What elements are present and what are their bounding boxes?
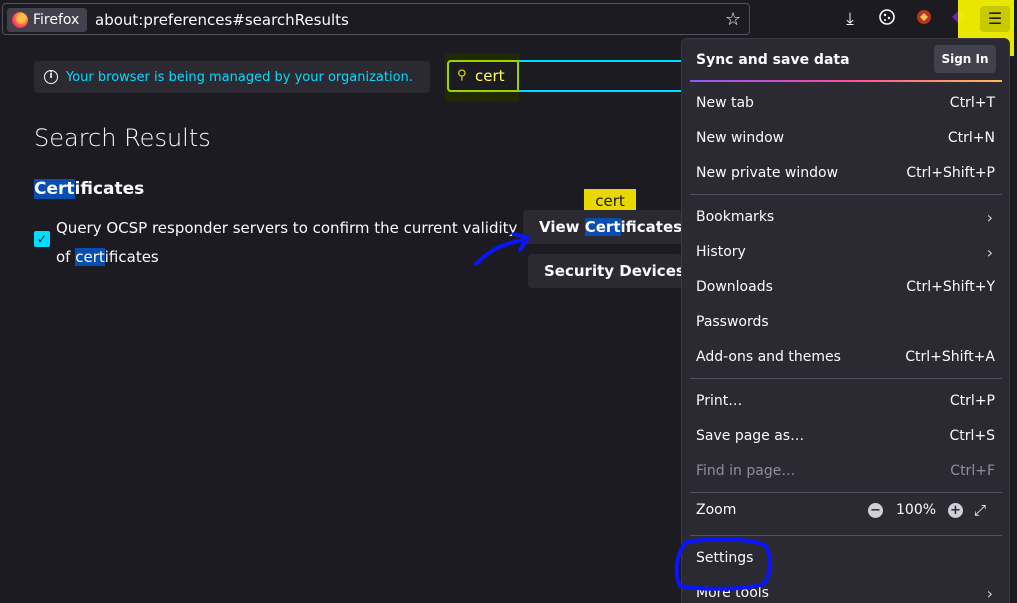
header-divider	[690, 80, 1002, 82]
ocsp-label[interactable]: Query OCSP responder servers to confirm …	[56, 214, 526, 272]
ocsp-checkbox[interactable]: ✓	[34, 231, 50, 247]
menu-item-downloads[interactable]: Downloads Ctrl+Shift+Y	[682, 270, 1009, 305]
chevron-right-icon: ›	[986, 584, 993, 603]
annotation-arrow	[474, 232, 530, 266]
menu-item-print[interactable]: Print… Ctrl+P	[682, 384, 1009, 419]
menu-item-shortcut: Ctrl+N	[947, 130, 995, 146]
zoom-value[interactable]: 100%	[896, 493, 936, 528]
annotation-circle	[674, 537, 772, 591]
zoom-in-button[interactable]: +	[948, 503, 963, 518]
security-devices-button[interactable]: Security Devices…	[528, 254, 683, 288]
menu-item-label: New private window	[696, 165, 839, 181]
menu-item-label: New window	[696, 130, 785, 146]
zoom-out-button[interactable]: −	[868, 503, 883, 518]
page-title: Search Results	[34, 124, 211, 152]
menu-item-history[interactable]: History ›	[682, 235, 1009, 270]
menu-item-shortcut: Ctrl+Shift+Y	[906, 279, 995, 295]
managed-notice-text[interactable]: Your browser is being managed by your or…	[66, 70, 413, 85]
identity-box[interactable]: Firefox	[7, 8, 87, 32]
hamburger-menu-icon[interactable]: ☰	[980, 6, 1010, 32]
menu-item-label: History	[696, 244, 746, 260]
app-menu: Sync and save data Sign In New tab Ctrl+…	[681, 38, 1010, 603]
settings-search-input[interactable]: ⚲ cert	[447, 60, 687, 92]
url-text[interactable]: about:preferences#searchResults	[95, 11, 349, 29]
section-title-rest: ificates	[74, 179, 145, 199]
menu-item-label: New tab	[696, 95, 754, 111]
button-label-pre: View	[539, 218, 585, 236]
menu-item-label: Find in page…	[696, 463, 796, 479]
section-title: Certificates	[34, 179, 144, 199]
search-input-value: cert	[475, 67, 505, 85]
firefox-logo-icon	[12, 12, 28, 28]
menu-item-new-tab[interactable]: New tab Ctrl+T	[682, 86, 1009, 121]
sign-in-button[interactable]: Sign In	[934, 45, 996, 73]
menu-item-new-window[interactable]: New window Ctrl+N	[682, 121, 1009, 156]
search-highlight: cert	[75, 248, 105, 266]
cookie-icon[interactable]	[876, 8, 898, 30]
search-highlight: Cert	[34, 179, 75, 199]
search-highlight: Cert	[584, 218, 621, 236]
menu-item-shortcut: Ctrl+T	[949, 95, 995, 111]
menu-item-label: Downloads	[696, 279, 773, 295]
menu-item-passwords[interactable]: Passwords	[682, 305, 1009, 340]
chevron-right-icon: ›	[986, 243, 993, 262]
identity-label: Firefox	[33, 12, 80, 28]
menu-item-addons[interactable]: Add-ons and themes Ctrl+Shift+A	[682, 340, 1009, 375]
menu-item-find-in-page: Find in page… Ctrl+F	[682, 454, 1009, 489]
menu-item-label: Add-ons and themes	[696, 349, 841, 365]
menu-item-label: Save page as…	[696, 428, 805, 444]
button-label: Security Devices…	[544, 262, 683, 280]
menu-item-new-private-window[interactable]: New private window Ctrl+Shift+P	[682, 156, 1009, 191]
menu-separator	[690, 378, 1002, 379]
fullscreen-icon[interactable]: ⤢	[974, 493, 986, 528]
menu-header: Sync and save data Sign In	[682, 39, 1009, 81]
download-icon[interactable]: ⤓	[839, 8, 861, 30]
menu-item-shortcut: Ctrl+F	[950, 463, 995, 479]
menu-item-label: Bookmarks	[696, 209, 775, 225]
menu-item-save-page[interactable]: Save page as… Ctrl+S	[682, 419, 1009, 454]
menu-item-shortcut: Ctrl+Shift+P	[906, 165, 995, 181]
extension-icon[interactable]	[913, 8, 935, 30]
menu-item-label: Print…	[696, 393, 743, 409]
menu-item-zoom: Zoom − 100% + ⤢	[682, 493, 1009, 528]
menu-item-shortcut: Ctrl+P	[949, 393, 995, 409]
chevron-right-icon: ›	[986, 208, 993, 227]
menu-item-label: Zoom	[696, 502, 737, 518]
bookmark-star-icon[interactable]: ☆	[725, 9, 741, 30]
menu-item-bookmarks[interactable]: Bookmarks ›	[682, 200, 1009, 235]
menu-item-shortcut: Ctrl+Shift+A	[905, 349, 995, 365]
sync-header[interactable]: Sync and save data	[696, 52, 850, 68]
toolbar: Firefox about:preferences#searchResults …	[0, 0, 1017, 56]
url-bar[interactable]: Firefox about:preferences#searchResults …	[2, 3, 750, 35]
search-icon: ⚲	[457, 68, 467, 83]
menu-separator	[690, 194, 1002, 195]
managed-notice[interactable]: i Your browser is being managed by your …	[34, 61, 430, 93]
ocsp-label-rest: ificates	[104, 248, 159, 266]
menu-item-shortcut: Ctrl+S	[949, 428, 995, 444]
info-icon: i	[44, 70, 58, 84]
view-certificates-button[interactable]: View Certificates…	[523, 210, 683, 244]
menu-item-label: Passwords	[696, 314, 769, 330]
button-label-rest: ificates…	[620, 218, 684, 236]
